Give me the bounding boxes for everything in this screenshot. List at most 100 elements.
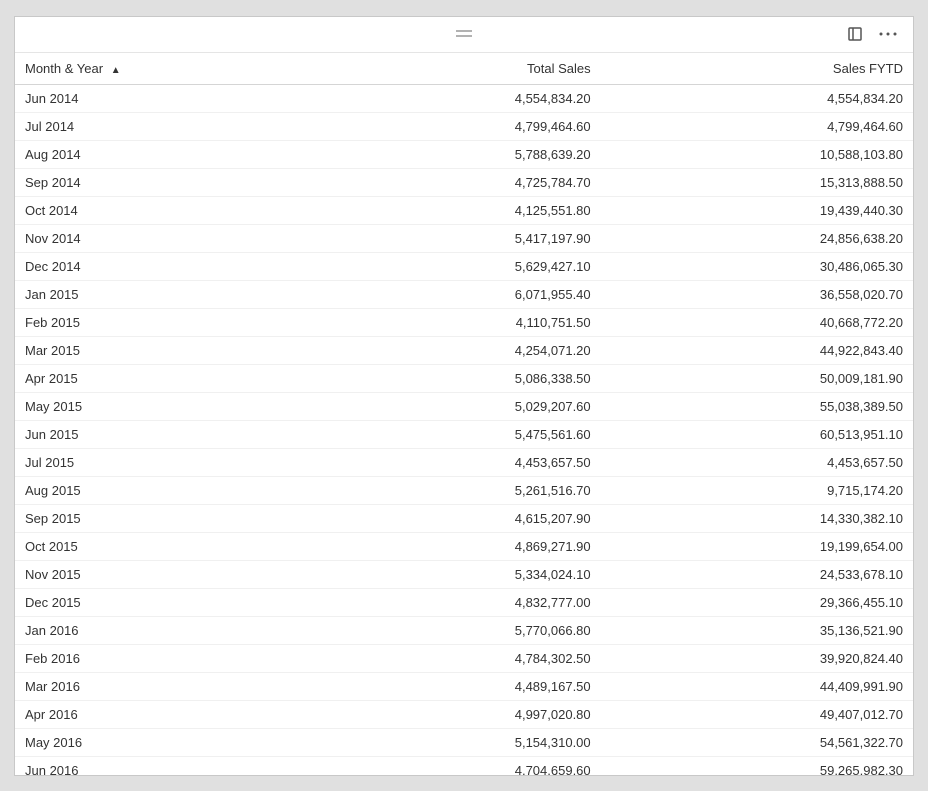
- cell-sales-fytd: 44,922,843.40: [601, 336, 913, 364]
- cell-month-year: Mar 2015: [15, 336, 288, 364]
- cell-sales-fytd: 15,313,888.50: [601, 168, 913, 196]
- cell-sales-fytd: 29,366,455.10: [601, 588, 913, 616]
- col-header-month-year-label: Month & Year: [25, 61, 103, 76]
- cell-month-year: Nov 2015: [15, 560, 288, 588]
- table-row: Mar 20154,254,071.2044,922,843.40: [15, 336, 913, 364]
- cell-sales-fytd: 10,588,103.80: [601, 140, 913, 168]
- cell-sales-fytd: 49,407,012.70: [601, 700, 913, 728]
- table-row: Jun 20144,554,834.204,554,834.20: [15, 84, 913, 112]
- cell-month-year: Oct 2014: [15, 196, 288, 224]
- drag-handle[interactable]: [452, 28, 476, 40]
- cell-sales-fytd: 24,533,678.10: [601, 560, 913, 588]
- col-header-sales-fytd-label: Sales FYTD: [833, 61, 903, 76]
- cell-sales-fytd: 35,136,521.90: [601, 616, 913, 644]
- cell-sales-fytd: 4,799,464.60: [601, 112, 913, 140]
- cell-sales-fytd: 19,439,440.30: [601, 196, 913, 224]
- cell-month-year: Apr 2015: [15, 364, 288, 392]
- col-header-month-year[interactable]: Month & Year ▲: [15, 53, 288, 85]
- cell-total-sales: 5,334,024.10: [288, 560, 600, 588]
- cell-sales-fytd: 19,199,654.00: [601, 532, 913, 560]
- cell-total-sales: 4,110,751.50: [288, 308, 600, 336]
- cell-sales-fytd: 24,856,638.20: [601, 224, 913, 252]
- table-body: Jun 20144,554,834.204,554,834.20Jul 2014…: [15, 84, 913, 775]
- more-options-button[interactable]: [875, 29, 901, 39]
- cell-month-year: Sep 2014: [15, 168, 288, 196]
- cell-total-sales: 4,997,020.80: [288, 700, 600, 728]
- table-row: Jun 20164,704,659.6059,265,982.30: [15, 756, 913, 775]
- cell-total-sales: 4,554,834.20: [288, 84, 600, 112]
- table-row: Apr 20155,086,338.5050,009,181.90: [15, 364, 913, 392]
- cell-month-year: May 2015: [15, 392, 288, 420]
- cell-sales-fytd: 59,265,982.30: [601, 756, 913, 775]
- col-header-total-sales-label: Total Sales: [527, 61, 591, 76]
- cell-total-sales: 5,261,516.70: [288, 476, 600, 504]
- cell-month-year: Mar 2016: [15, 672, 288, 700]
- cell-total-sales: 4,453,657.50: [288, 448, 600, 476]
- cell-total-sales: 4,832,777.00: [288, 588, 600, 616]
- table-row: May 20165,154,310.0054,561,322.70: [15, 728, 913, 756]
- cell-month-year: Nov 2014: [15, 224, 288, 252]
- cell-month-year: Dec 2014: [15, 252, 288, 280]
- cell-month-year: Oct 2015: [15, 532, 288, 560]
- cell-month-year: Jan 2016: [15, 616, 288, 644]
- table-row: Jun 20155,475,561.6060,513,951.10: [15, 420, 913, 448]
- cell-sales-fytd: 54,561,322.70: [601, 728, 913, 756]
- table-row: Oct 20154,869,271.9019,199,654.00: [15, 532, 913, 560]
- cell-sales-fytd: 36,558,020.70: [601, 280, 913, 308]
- widget-header: [15, 17, 913, 53]
- table-row: Apr 20164,997,020.8049,407,012.70: [15, 700, 913, 728]
- table-row: Dec 20154,832,777.0029,366,455.10: [15, 588, 913, 616]
- cell-total-sales: 5,770,066.80: [288, 616, 600, 644]
- header-actions: [843, 24, 901, 44]
- table-wrapper[interactable]: Month & Year ▲ Total Sales Sales FYTD Ju…: [15, 53, 913, 775]
- widget-container: Month & Year ▲ Total Sales Sales FYTD Ju…: [14, 16, 914, 776]
- cell-sales-fytd: 40,668,772.20: [601, 308, 913, 336]
- cell-total-sales: 4,615,207.90: [288, 504, 600, 532]
- table-row: Dec 20145,629,427.1030,486,065.30: [15, 252, 913, 280]
- cell-sales-fytd: 30,486,065.30: [601, 252, 913, 280]
- cell-month-year: Jun 2014: [15, 84, 288, 112]
- cell-total-sales: 4,784,302.50: [288, 644, 600, 672]
- table-row: Oct 20144,125,551.8019,439,440.30: [15, 196, 913, 224]
- cell-total-sales: 4,254,071.20: [288, 336, 600, 364]
- cell-month-year: Jun 2015: [15, 420, 288, 448]
- cell-total-sales: 4,489,167.50: [288, 672, 600, 700]
- data-table: Month & Year ▲ Total Sales Sales FYTD Ju…: [15, 53, 913, 775]
- cell-month-year: Dec 2015: [15, 588, 288, 616]
- cell-month-year: Jul 2015: [15, 448, 288, 476]
- table-header-row: Month & Year ▲ Total Sales Sales FYTD: [15, 53, 913, 85]
- cell-month-year: Sep 2015: [15, 504, 288, 532]
- cell-sales-fytd: 55,038,389.50: [601, 392, 913, 420]
- cell-total-sales: 5,788,639.20: [288, 140, 600, 168]
- cell-total-sales: 4,704,659.60: [288, 756, 600, 775]
- cell-sales-fytd: 4,554,834.20: [601, 84, 913, 112]
- cell-sales-fytd: 44,409,991.90: [601, 672, 913, 700]
- cell-month-year: Feb 2016: [15, 644, 288, 672]
- col-header-sales-fytd[interactable]: Sales FYTD: [601, 53, 913, 85]
- table-row: May 20155,029,207.6055,038,389.50: [15, 392, 913, 420]
- cell-total-sales: 5,475,561.60: [288, 420, 600, 448]
- expand-button[interactable]: [843, 24, 867, 44]
- table-row: Aug 20145,788,639.2010,588,103.80: [15, 140, 913, 168]
- table-row: Jul 20154,453,657.504,453,657.50: [15, 448, 913, 476]
- cell-sales-fytd: 50,009,181.90: [601, 364, 913, 392]
- table-row: Nov 20145,417,197.9024,856,638.20: [15, 224, 913, 252]
- cell-sales-fytd: 39,920,824.40: [601, 644, 913, 672]
- col-header-total-sales[interactable]: Total Sales: [288, 53, 600, 85]
- table-row: Nov 20155,334,024.1024,533,678.10: [15, 560, 913, 588]
- table-row: Mar 20164,489,167.5044,409,991.90: [15, 672, 913, 700]
- cell-month-year: May 2016: [15, 728, 288, 756]
- table-row: Sep 20154,615,207.9014,330,382.10: [15, 504, 913, 532]
- cell-sales-fytd: 4,453,657.50: [601, 448, 913, 476]
- cell-total-sales: 5,086,338.50: [288, 364, 600, 392]
- table-row: Jan 20156,071,955.4036,558,020.70: [15, 280, 913, 308]
- cell-total-sales: 4,869,271.90: [288, 532, 600, 560]
- table-row: Jan 20165,770,066.8035,136,521.90: [15, 616, 913, 644]
- cell-total-sales: 6,071,955.40: [288, 280, 600, 308]
- cell-total-sales: 4,799,464.60: [288, 112, 600, 140]
- table-row: Feb 20164,784,302.5039,920,824.40: [15, 644, 913, 672]
- table-row: Jul 20144,799,464.604,799,464.60: [15, 112, 913, 140]
- cell-month-year: Feb 2015: [15, 308, 288, 336]
- cell-month-year: Aug 2015: [15, 476, 288, 504]
- cell-total-sales: 5,029,207.60: [288, 392, 600, 420]
